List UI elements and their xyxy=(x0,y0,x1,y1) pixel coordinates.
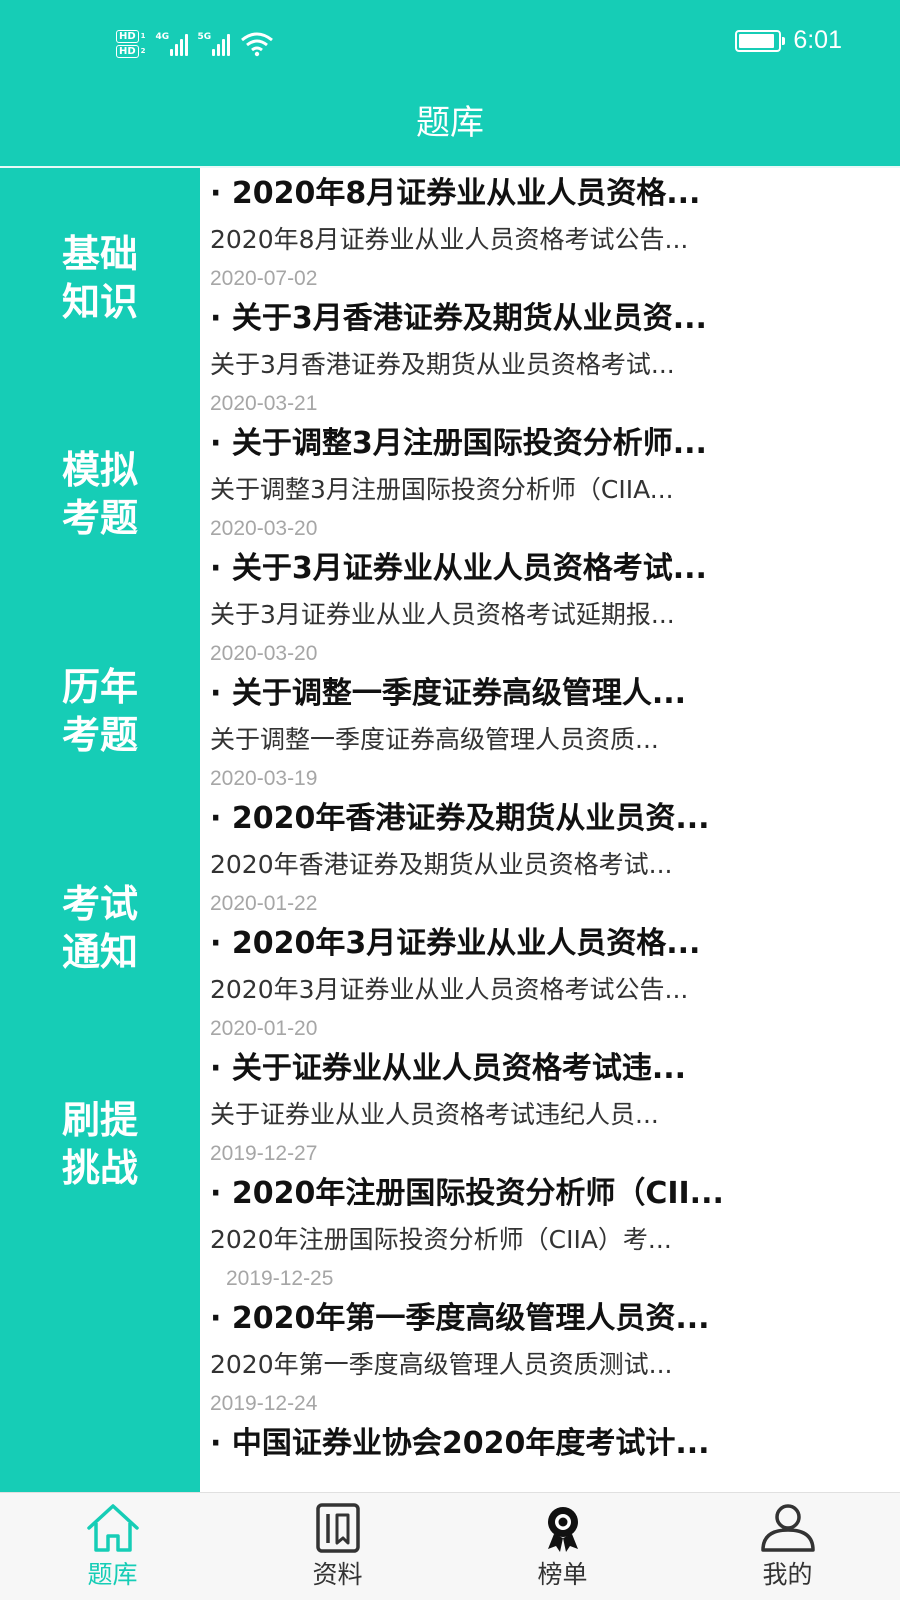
list-item[interactable]: · 2020年第一季度高级管理人员资... 2020年第一季度高级管理人员资质测… xyxy=(210,1293,890,1419)
sidebar-item-mock-exam[interactable]: 模拟 考题 xyxy=(0,446,200,542)
net1-label: 4G xyxy=(155,32,170,42)
item-title: · 2020年3月证券业从业人员资格... xyxy=(210,926,701,961)
item-title: · 2020年注册国际投资分析师（CII... xyxy=(210,1176,724,1211)
tab-label: 榜单 xyxy=(537,1560,588,1589)
sidebar-item-label-line1: 历年 xyxy=(61,665,138,709)
title-bar: 题库 xyxy=(0,88,900,168)
hd2-sub: 2 xyxy=(140,47,146,55)
item-summary: 2020年香港证券及期货从业员资格考试... xyxy=(210,850,673,879)
battery-icon xyxy=(735,29,786,52)
item-summary: 关于调整3月注册国际投资分析师（CIIA... xyxy=(210,475,674,504)
sidebar-item-label-line1: 基础 xyxy=(61,232,138,276)
tab-profile[interactable]: 我的 xyxy=(675,1493,900,1600)
hd-indicators: HD 1 HD 2 xyxy=(116,30,146,58)
item-title: · 关于3月香港证券及期货从业员资... xyxy=(210,301,707,336)
item-date: 2019-12-27 xyxy=(210,1142,318,1165)
item-date: 2020-03-20 xyxy=(210,517,318,540)
list-item[interactable]: · 关于证券业从业人员资格考试违... 关于证券业从业人员资格考试违纪人员...… xyxy=(210,1043,890,1169)
item-date: 2019-12-24 xyxy=(210,1392,318,1415)
item-summary: 2020年8月证券业从业人员资格考试公告... xyxy=(210,225,689,254)
document-icon xyxy=(315,1503,360,1553)
item-title: · 2020年香港证券及期货从业员资... xyxy=(210,801,710,836)
list-item[interactable]: · 2020年香港证券及期货从业员资... 2020年香港证券及期货从业员资格考… xyxy=(210,793,890,919)
tab-label: 我的 xyxy=(762,1560,813,1589)
item-title: · 关于证券业从业人员资格考试违... xyxy=(210,1051,687,1086)
award-icon xyxy=(547,1507,578,1552)
hd2-indicator: HD 2 xyxy=(116,45,146,58)
net2-label: 5G xyxy=(197,32,212,42)
notice-list[interactable]: · 2020年8月证券业从业人员资格... 2020年8月证券业从业人员资格考试… xyxy=(200,168,900,1492)
item-summary: 关于调整一季度证券高级管理人员资质... xyxy=(210,725,659,754)
sidebar-item-label-line1: 刷提 xyxy=(61,1098,138,1142)
sidebar-item-label-line1: 模拟 xyxy=(61,448,138,492)
sidebar-item-label-line2: 通知 xyxy=(61,930,138,974)
list-item[interactable]: · 关于调整3月注册国际投资分析师... 关于调整3月注册国际投资分析师（CII… xyxy=(210,418,890,544)
tab-leaderboard[interactable]: 榜单 xyxy=(450,1493,675,1600)
list-item[interactable]: · 关于3月香港证券及期货从业员资... 关于3月香港证券及期货从业员资格考试.… xyxy=(210,293,890,419)
item-title: · 关于调整3月注册国际投资分析师... xyxy=(210,426,707,461)
signal-5g-icon: 5G xyxy=(198,32,230,56)
item-date: 2020-03-21 xyxy=(210,392,318,415)
item-summary: 关于3月证券业从业人员资格考试延期报... xyxy=(210,600,675,629)
item-date: 2020-03-20 xyxy=(210,642,318,665)
wifi-icon xyxy=(240,32,273,57)
category-sidebar: 基础 知识 模拟 考题 历年 考题 考试 通知 刷提 挑战 xyxy=(0,168,200,1492)
bottom-tab-bar: 题库 资料 榜单 我的 xyxy=(0,1492,900,1600)
sidebar-item-label-line2: 知识 xyxy=(61,280,138,324)
item-summary: 关于3月香港证券及期货从业员资格考试... xyxy=(210,350,675,379)
hd1-label: HD xyxy=(116,30,139,43)
sidebar-item-past-exams[interactable]: 历年 考题 xyxy=(0,663,200,759)
item-title: · 中国证券业协会2020年度考试计... xyxy=(210,1426,710,1461)
home-icon xyxy=(86,1504,139,1552)
user-icon xyxy=(760,1504,815,1552)
tab-label: 资料 xyxy=(312,1560,363,1589)
item-summary: 2020年3月证券业从业人员资格考试公告... xyxy=(210,975,689,1004)
item-summary: 关于证券业从业人员资格考试违纪人员... xyxy=(210,1100,659,1129)
item-title: · 关于3月证券业从业人员资格考试... xyxy=(210,551,707,586)
item-date: 2020-01-22 xyxy=(210,892,318,915)
item-date: 2020-01-20 xyxy=(210,1017,318,1040)
sidebar-item-label-line1: 考试 xyxy=(61,882,138,926)
sidebar-item-label-line2: 考题 xyxy=(61,713,138,757)
sidebar-item-exam-notices[interactable]: 考试 通知 xyxy=(0,880,200,976)
status-icons-right: 6:01 xyxy=(735,26,842,55)
tab-question-bank[interactable]: 题库 xyxy=(0,1493,225,1600)
item-date: 2019-12-25 xyxy=(226,1267,334,1290)
sidebar-item-label-line2: 挑战 xyxy=(61,1146,138,1190)
list-item[interactable]: · 关于调整一季度证券高级管理人... 关于调整一季度证券高级管理人员资质...… xyxy=(210,668,890,794)
hd1-sub: 1 xyxy=(140,32,146,40)
status-icons-left: HD 1 HD 2 4G 5G xyxy=(116,22,274,66)
sidebar-item-label-line2: 考题 xyxy=(61,496,138,540)
hd2-label: HD xyxy=(116,45,139,58)
tab-materials[interactable]: 资料 xyxy=(225,1493,450,1600)
item-date: 2020-07-02 xyxy=(210,267,318,290)
item-title: · 关于调整一季度证券高级管理人... xyxy=(210,676,687,711)
list-item[interactable]: · 关于3月证券业从业人员资格考试... 关于3月证券业从业人员资格考试延期报.… xyxy=(210,543,890,669)
list-item[interactable]: · 2020年8月证券业从业人员资格... 2020年8月证券业从业人员资格考试… xyxy=(210,168,890,294)
item-title: · 2020年第一季度高级管理人员资... xyxy=(210,1301,710,1336)
battery-fill xyxy=(739,33,774,48)
item-title: · 2020年8月证券业从业人员资格... xyxy=(210,176,701,211)
signal-4g-icon: 4G xyxy=(156,32,188,56)
tab-label: 题库 xyxy=(87,1560,138,1589)
item-summary: 2020年注册国际投资分析师（CIIA）考... xyxy=(210,1225,672,1254)
status-bar: HD 1 HD 2 4G 5G 6:01 xyxy=(0,0,900,88)
item-summary: 2020年第一季度高级管理人员资质测试... xyxy=(210,1350,673,1379)
list-item[interactable]: · 中国证券业协会2020年度考试计... xyxy=(210,1418,890,1492)
page-title: 题库 xyxy=(416,103,484,143)
hd1-indicator: HD 1 xyxy=(116,30,146,43)
list-item[interactable]: · 2020年3月证券业从业人员资格... 2020年3月证券业从业人员资格考试… xyxy=(210,918,890,1044)
list-item[interactable]: · 2020年注册国际投资分析师（CII... 2020年注册国际投资分析师（C… xyxy=(210,1168,890,1294)
sidebar-item-challenge[interactable]: 刷提 挑战 xyxy=(0,1096,200,1192)
item-date: 2020-03-19 xyxy=(210,767,318,790)
clock: 6:01 xyxy=(793,26,842,54)
sidebar-item-basic-knowledge[interactable]: 基础 知识 xyxy=(0,230,200,326)
